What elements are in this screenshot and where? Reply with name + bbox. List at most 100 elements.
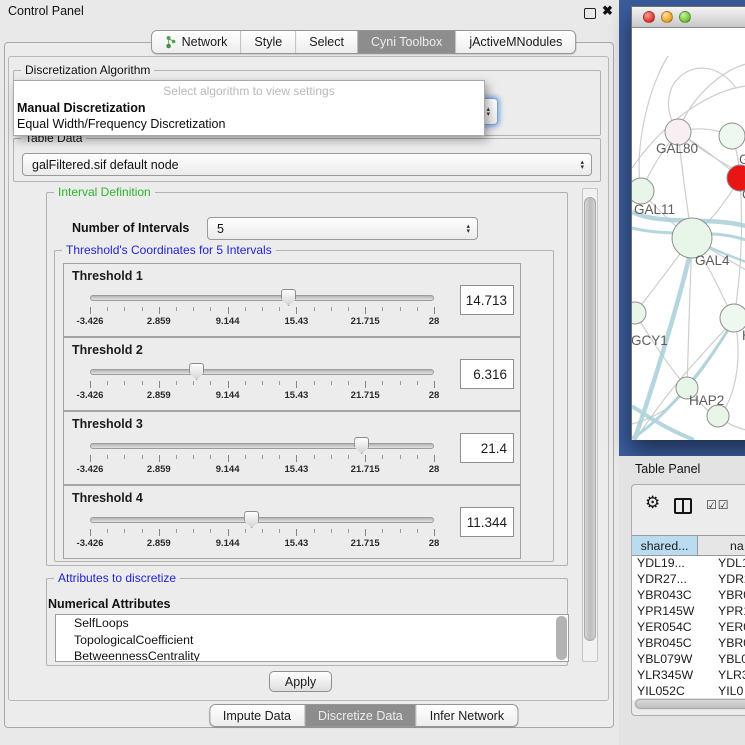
tick-mark: [296, 529, 297, 536]
tab-label: Impute Data: [223, 709, 291, 723]
tick-mark: [90, 455, 91, 462]
tab-select[interactable]: Select: [295, 31, 357, 53]
threshold-value-field[interactable]: 11.344: [460, 507, 514, 537]
window-minimize-button[interactable]: [661, 11, 673, 23]
dropdown-option-manual-discretization[interactable]: Manual Discretization: [14, 100, 484, 116]
tick-label: 2.859: [147, 316, 171, 327]
network-node-gal4[interactable]: [672, 218, 712, 258]
table-row[interactable]: YDL19...YDL1: [632, 556, 745, 572]
float-window-icon[interactable]: [584, 8, 596, 19]
tick-mark: [262, 529, 263, 533]
network-node-gcy1[interactable]: [632, 302, 646, 324]
cell-shared-name: YPR145W: [632, 604, 698, 620]
attribute-item-betweennesscentrality[interactable]: BetweennessCentrality: [56, 648, 568, 662]
tick-label: 21.715: [351, 464, 380, 475]
slider-track[interactable]: [90, 443, 434, 449]
tick-mark: [365, 307, 366, 314]
algorithm-group-title: Discretization Algorithm: [21, 63, 154, 77]
numerical-attributes-list[interactable]: SelfLoopsTopologicalCoefficientBetweenne…: [55, 614, 569, 662]
gear-icon[interactable]: [645, 493, 660, 513]
threshold-value-field[interactable]: 21.4: [460, 433, 514, 463]
network-view-window[interactable]: GAL80GACGAL11GAL4GCY1HHAP2: [631, 6, 745, 440]
tab-cyni-toolbox[interactable]: Cyni Toolbox: [357, 31, 455, 53]
tick-mark: [193, 381, 194, 385]
threshold-value-field[interactable]: 14.713: [460, 285, 514, 315]
attributes-group-title: Attributes to discretize: [54, 571, 180, 585]
tick-label: 15.43: [285, 316, 309, 327]
tick-label: 9.144: [216, 464, 240, 475]
network-node-node[interactable]: [707, 405, 729, 427]
tick-label: 15.43: [285, 538, 309, 549]
window-zoom-button[interactable]: [679, 11, 691, 23]
table-row[interactable]: YBL079WYBL0: [632, 652, 745, 668]
slider-track[interactable]: [90, 517, 434, 523]
tab-jactivemnodules[interactable]: jActiveMNodules: [455, 31, 575, 53]
tick-label: 2.859: [147, 390, 171, 401]
slider-thumb[interactable]: [189, 363, 204, 380]
tab-impute-data[interactable]: Impute Data: [210, 705, 304, 726]
tick-mark: [434, 307, 435, 314]
tick-label: 28: [429, 316, 440, 327]
tick-mark: [382, 307, 383, 311]
apply-button[interactable]: Apply: [269, 671, 332, 692]
tick-label: 28: [429, 538, 440, 549]
tick-label: 15.43: [285, 464, 309, 475]
table-horizontal-scrollbar[interactable]: [634, 698, 745, 710]
tick-mark: [348, 455, 349, 459]
slider-track[interactable]: [90, 295, 434, 301]
tick-mark: [279, 455, 280, 459]
table-row[interactable]: YBR045CYBR0: [632, 636, 745, 652]
tick-label: 9.144: [216, 538, 240, 549]
attributes-list-scrollbar[interactable]: [556, 616, 567, 660]
table-row[interactable]: YDR27...YDR2: [632, 572, 745, 588]
scrollbar-thumb[interactable]: [584, 197, 596, 641]
table-row[interactable]: YER054CYER0: [632, 620, 745, 636]
num-intervals-combobox[interactable]: 5: [207, 217, 478, 240]
slider-thumb[interactable]: [281, 289, 296, 306]
slider-thumb[interactable]: [244, 511, 259, 528]
column-layout-icon[interactable]: [674, 498, 692, 514]
tick-mark: [348, 307, 349, 311]
select-columns-icon[interactable]: [706, 498, 730, 512]
table-panel-inner: shared... na YDL19...YDL1YDR27...YDR2YBR…: [631, 484, 745, 716]
tick-mark: [382, 529, 383, 533]
attribute-item-topologicalcoefficient[interactable]: TopologicalCoefficient: [56, 632, 568, 649]
tick-mark: [417, 455, 418, 459]
column-header-name[interactable]: na: [698, 536, 745, 555]
table-row[interactable]: YPR145WYPR1: [632, 604, 745, 620]
tab-network[interactable]: Network: [152, 31, 241, 53]
slider-track[interactable]: [90, 369, 434, 375]
table-data-combobox[interactable]: galFiltered.sif default node: [22, 153, 592, 176]
scrollbar-thumb[interactable]: [635, 699, 745, 709]
network-node-gal11[interactable]: [632, 178, 654, 204]
threshold-label: Threshold 1: [72, 269, 143, 283]
tick-mark: [262, 307, 263, 311]
tab-label: Cyni Toolbox: [371, 35, 442, 49]
column-header-shared-name[interactable]: shared...: [632, 536, 698, 555]
threshold-value-field[interactable]: 6.316: [460, 359, 514, 389]
tab-discretize-data[interactable]: Discretize Data: [304, 705, 416, 726]
slider-thumb[interactable]: [354, 437, 369, 454]
network-window-titlebar[interactable]: [632, 7, 745, 28]
scrollbar-thumb[interactable]: [556, 616, 567, 660]
tick-label: 21.715: [351, 316, 380, 327]
numerical-attributes-label: Numerical Attributes: [48, 597, 170, 611]
network-node-ga[interactable]: [719, 123, 745, 149]
close-icon[interactable]: [602, 3, 613, 19]
tick-mark: [159, 455, 160, 462]
attribute-item-selfloops[interactable]: SelfLoops: [56, 615, 568, 632]
table-row[interactable]: YLR345WYLR3: [632, 668, 745, 684]
tick-mark: [365, 529, 366, 536]
network-canvas[interactable]: GAL80GACGAL11GAL4GCY1HHAP2: [632, 28, 745, 440]
panel-vertical-scrollbar[interactable]: [582, 188, 598, 662]
tab-infer-network[interactable]: Infer Network: [416, 705, 517, 726]
dropdown-option-equal-width-frequency-discretization[interactable]: Equal Width/Frequency Discretization: [14, 116, 484, 132]
window-close-button[interactable]: [643, 11, 655, 23]
tick-mark: [107, 307, 108, 311]
network-icon: [165, 35, 177, 49]
tab-style[interactable]: Style: [240, 31, 295, 53]
cell-name: YDR2: [698, 572, 745, 588]
tick-mark: [434, 529, 435, 536]
thresholds-group-title: Threshold's Coordinates for 5 Intervals: [62, 243, 276, 257]
table-row[interactable]: YBR043CYBR0: [632, 588, 745, 604]
